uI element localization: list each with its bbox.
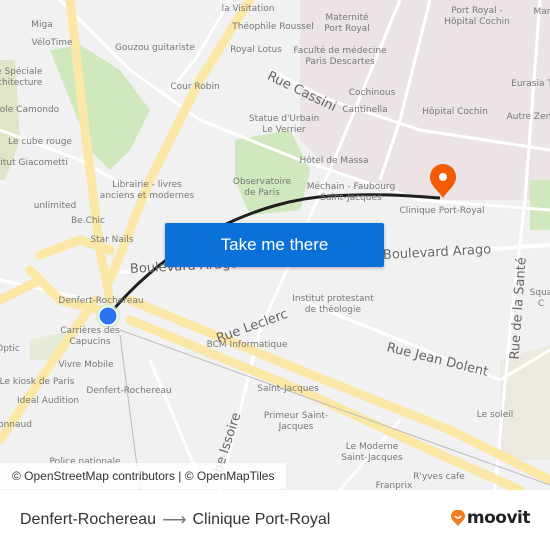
poi-label: Théophile Roussel — [232, 22, 314, 32]
poi-label: Autre Zen F — [506, 112, 550, 122]
poi-label: Royal Lotus — [230, 45, 282, 55]
poi-label: Franprix — [375, 481, 413, 490]
poi-label: Optic — [0, 344, 20, 354]
poi-label: Denfert-Rochereau — [58, 296, 144, 306]
poi-label: Carrières des Capucins — [60, 326, 120, 347]
poi-label: stitut Giacometti — [0, 158, 68, 168]
poi-label: Méchain - Faubourg Saint-Jacques — [306, 182, 396, 203]
current-location-dot[interactable] — [99, 307, 117, 325]
poi-label: Statue d'Urbain Le Verrier — [248, 114, 320, 135]
poi-label: Primeur Saint- Jacques — [263, 411, 329, 432]
footer-bar: Denfert-Rochereau ⟶ Clinique Port-Royal … — [0, 490, 550, 550]
observatory-garden — [235, 130, 310, 215]
poi-label: Port Royal - Hôpital Cochin — [444, 6, 510, 27]
park — [50, 45, 150, 170]
poi-label: Hôtel de Massa — [299, 156, 369, 166]
poi-label: unlimited — [33, 201, 77, 211]
poi-label: Denfert-Rochereau — [86, 386, 172, 396]
poi-label: Vivre Mobile — [58, 360, 114, 370]
arrow-right-icon: ⟶ — [162, 510, 187, 529]
poi-label: cole Camondo — [0, 105, 60, 115]
poi-label: Eurasia T — [511, 79, 550, 89]
poi-label: la Visitation — [221, 4, 275, 14]
poi-label: Ideal Audition — [16, 396, 80, 406]
brand-name: moovit — [466, 508, 531, 528]
moovit-pin-icon — [450, 510, 465, 526]
map-view[interactable]: Miga VéloTime Gouzou guitariste la Visitati… — [0, 0, 550, 490]
poi-label: Saint-Jacques — [257, 384, 319, 394]
poi-label: Be.Chic — [70, 216, 106, 226]
poi-label: VéloTime — [31, 38, 73, 48]
poi-label: Le kiosk de Paris — [0, 377, 75, 387]
park-right — [530, 180, 550, 230]
poi-label: Miga — [31, 20, 53, 30]
poi-label: le Spéciale rchitecture — [0, 67, 43, 88]
poi-label: Cochinous — [348, 88, 396, 98]
poi-label: Cantinella — [342, 105, 388, 115]
poi-label: Le soleil — [476, 410, 514, 420]
poi-label: Mar — [533, 7, 550, 17]
poi-label: Le cube rouge — [8, 137, 72, 147]
take-me-there-button[interactable]: Take me there — [165, 223, 384, 267]
poi-label: Observatoire de Paris — [232, 177, 292, 198]
poi-label: Maternité Port Royal — [324, 13, 370, 34]
poi-label: Star Nails — [90, 235, 134, 245]
poi-label: Le Moderne Saint-Jacques — [341, 442, 403, 463]
poi-label: Faculté de médecine Paris Descartes — [293, 46, 387, 67]
poi-label: Librairie - livres anciens et modernes — [99, 180, 195, 201]
railway — [119, 329, 550, 486]
route-title: Denfert-Rochereau ⟶ Clinique Port-Royal — [20, 510, 330, 530]
poi-label: Clinique Port-Royal — [399, 206, 485, 216]
moovit-logo[interactable]: moovit — [450, 508, 531, 528]
poi-label: Gouzou guitariste — [115, 43, 195, 53]
poi-label: Hôpital Cochin — [422, 107, 488, 117]
poi-label: Squa C — [529, 288, 550, 309]
poi-label: Institut protestant de théologie — [292, 294, 374, 315]
map-attribution[interactable]: © OpenStreetMap contributors | © OpenMap… — [0, 463, 287, 489]
poi-label: onnaud — [0, 420, 32, 430]
destination-name: Clinique Port-Royal — [192, 511, 331, 528]
poi-label: Cour Robin — [170, 82, 220, 92]
poi-label: R'yves cafe — [413, 472, 465, 482]
origin-name: Denfert-Rochereau — [20, 511, 157, 528]
